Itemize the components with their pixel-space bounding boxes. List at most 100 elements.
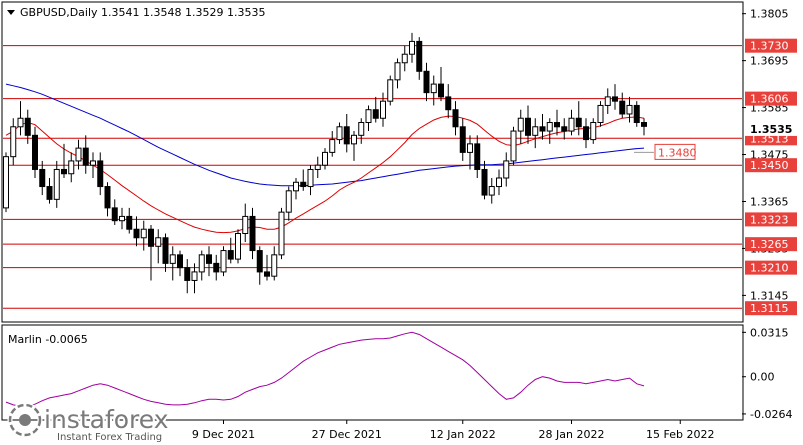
candle-32 xyxy=(235,229,241,264)
candle-body xyxy=(583,126,589,141)
osc-tick-label: 0.00 xyxy=(750,371,775,384)
candle-body xyxy=(394,62,401,81)
candle-53 xyxy=(387,75,394,106)
ma-value-label: 1.3480 xyxy=(658,146,697,159)
candle-body xyxy=(227,250,234,260)
candle-0 xyxy=(3,152,9,213)
date-tick-label: 15 Feb 2022 xyxy=(646,428,714,441)
date-tick-label: 9 Dec 2021 xyxy=(192,428,255,441)
date-axis: 9 Dec 2021 27 Dec 2021 12 Jan 2022 28 Jan 2… xyxy=(192,420,714,441)
candle-body xyxy=(271,254,278,277)
candle-body xyxy=(575,117,582,128)
oscillator-label: Marlin -0.0065 xyxy=(8,333,88,346)
candle-body xyxy=(256,250,263,273)
candle-body xyxy=(17,117,24,128)
candle-body xyxy=(467,143,473,153)
candle-body xyxy=(148,228,154,247)
candle-body xyxy=(249,215,256,252)
candle-body xyxy=(133,228,140,239)
candle-body xyxy=(162,237,169,264)
candle-body xyxy=(111,207,118,222)
candle-body xyxy=(525,117,531,136)
candle-body xyxy=(503,160,510,179)
candle-body xyxy=(314,164,321,170)
candle-body xyxy=(452,109,459,128)
candle-body xyxy=(517,117,524,132)
price-tick-label: 1.3145 xyxy=(750,289,789,302)
candle-body xyxy=(438,83,444,98)
candle-30 xyxy=(220,246,227,277)
candle-body xyxy=(619,100,626,115)
brand-tagline: Instant Forex Trading xyxy=(57,432,162,443)
candle-body xyxy=(329,139,336,153)
candle-body xyxy=(641,122,647,127)
candle-body xyxy=(590,122,597,141)
candle-body xyxy=(235,232,241,260)
candle-body xyxy=(401,53,408,64)
gbpusd-chart: 1.38051.36951.35851.34751.33651.32551.31… xyxy=(1,1,797,443)
candle-body xyxy=(82,147,89,166)
osc-tick-label: 0.0315 xyxy=(750,326,789,339)
date-tick-label: 28 Jan 2022 xyxy=(539,428,605,441)
instaforex-logo: instaforex instaforex Instant Forex Trad… xyxy=(7,402,171,443)
candle-body xyxy=(169,254,176,264)
candle-body xyxy=(387,79,394,102)
price-tick-label: 1.3365 xyxy=(750,195,789,208)
candle-body xyxy=(322,151,328,166)
level-badge-label: 1.3450 xyxy=(750,159,789,172)
candle-body xyxy=(213,262,220,273)
candle-body xyxy=(104,186,111,209)
candle-body xyxy=(459,126,466,153)
candle-body xyxy=(126,215,133,230)
candle-body xyxy=(604,96,611,106)
candle-body xyxy=(39,168,46,188)
candle-body xyxy=(61,168,67,175)
candle-body xyxy=(10,126,17,158)
candle-body xyxy=(293,181,299,192)
current-price-label: 1.3535 xyxy=(750,123,792,136)
candle-body xyxy=(206,254,212,264)
candle-body xyxy=(184,267,191,281)
candle-body xyxy=(597,104,604,124)
candle-70 xyxy=(510,126,517,166)
candle-body xyxy=(510,130,517,162)
candle-81 xyxy=(590,118,597,144)
candle-body xyxy=(539,126,546,132)
candle-body xyxy=(554,122,560,128)
price-tick-label: 1.3805 xyxy=(750,8,789,21)
candle-body xyxy=(532,126,539,136)
candle-body xyxy=(90,160,96,166)
candle-body xyxy=(97,160,104,188)
candle-body xyxy=(119,215,125,222)
price-tick-label: 1.3695 xyxy=(750,55,789,68)
candle-body xyxy=(474,143,481,170)
candle-body xyxy=(496,177,502,188)
level-badge-label: 1.3323 xyxy=(750,213,789,226)
brand-name-fill: instaforex xyxy=(44,405,169,434)
candle-body xyxy=(32,134,38,170)
price-window-frame xyxy=(1,1,744,323)
level-badge-label: 1.3115 xyxy=(750,302,789,315)
candle-body xyxy=(561,126,568,132)
candle-body xyxy=(140,228,147,239)
candle-body xyxy=(336,126,343,141)
candle-body xyxy=(488,186,495,196)
candle-body xyxy=(409,40,415,55)
date-tick-label: 12 Jan 2022 xyxy=(430,428,496,441)
candle-body xyxy=(430,83,437,94)
oscillator-axis: 0.0315 0.00 -0.0264 xyxy=(742,326,792,421)
level-badge-label: 1.3210 xyxy=(750,262,789,275)
candle-body xyxy=(75,147,82,162)
candle-body xyxy=(423,70,430,94)
candle-body xyxy=(191,271,198,281)
candle-body xyxy=(68,160,75,175)
level-badge-label: 1.3606 xyxy=(750,93,789,106)
candle-body xyxy=(358,122,365,136)
candle-body xyxy=(155,237,162,247)
candle-body xyxy=(633,104,640,124)
candle-82 xyxy=(597,101,604,127)
candle-body xyxy=(300,181,307,188)
candle-body xyxy=(343,126,350,145)
candle-body xyxy=(546,122,553,132)
candle-body xyxy=(612,96,618,102)
